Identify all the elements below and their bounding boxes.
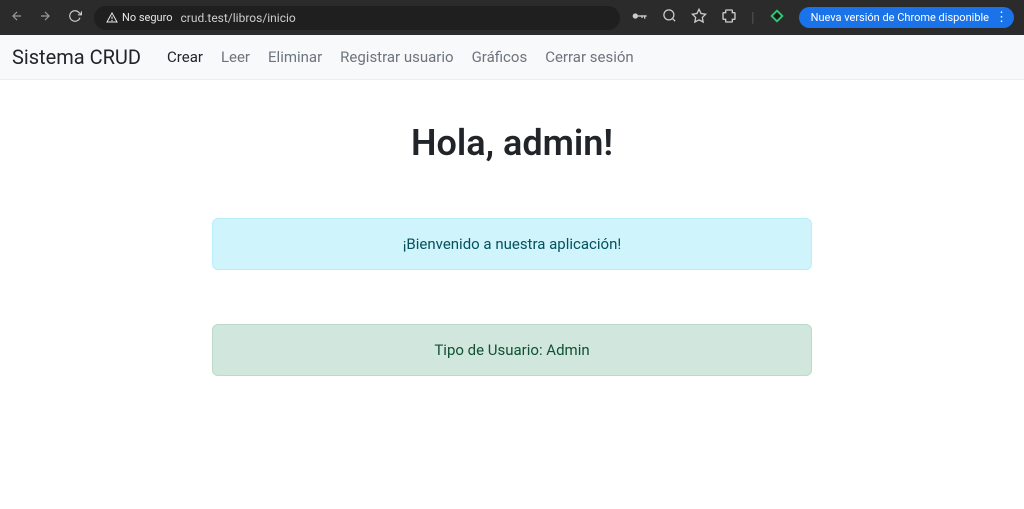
zoom-icon[interactable] [662,8,677,27]
divider: | [751,10,754,26]
browser-right-controls: | Nueva versión de Chrome disponible ⋮ [632,7,1014,28]
app-navbar: Sistema CRUD Crear Leer Eliminar Registr… [0,35,1024,80]
password-icon[interactable] [632,9,648,27]
chrome-update-button[interactable]: Nueva versión de Chrome disponible ⋮ [799,7,1014,28]
extension-diamond-icon[interactable] [769,8,785,28]
insecure-badge[interactable]: No seguro [106,11,173,24]
nav-link-eliminar[interactable]: Eliminar [268,48,322,66]
browser-chrome-bar: No seguro crud.test/libros/inicio | Nuev… [0,0,1024,35]
welcome-alert: ¡Bienvenido a nuestra aplicación! [212,218,812,270]
nav-links: Crear Leer Eliminar Registrar usuario Gr… [167,48,634,66]
nav-link-crear[interactable]: Crear [167,48,203,66]
nav-link-cerrar[interactable]: Cerrar sesión [545,48,633,66]
page-title: Hola, admin! [212,122,812,164]
back-icon[interactable] [10,9,24,27]
nav-arrows [10,9,82,27]
insecure-label: No seguro [122,11,173,24]
nav-link-registrar[interactable]: Registrar usuario [340,48,453,66]
nav-link-leer[interactable]: Leer [221,48,250,66]
url-bar[interactable]: No seguro crud.test/libros/inicio [94,6,620,30]
usertype-alert: Tipo de Usuario: Admin [212,324,812,376]
nav-link-graficos[interactable]: Gráficos [472,48,528,66]
navbar-brand[interactable]: Sistema CRUD [12,45,141,69]
main-container: Hola, admin! ¡Bienvenido a nuestra aplic… [192,122,832,376]
menu-dots-icon[interactable]: ⋮ [995,11,1008,24]
update-label: Nueva versión de Chrome disponible [811,11,989,24]
extensions-icon[interactable] [721,8,737,28]
url-text: crud.test/libros/inicio [181,11,296,25]
bookmark-star-icon[interactable] [691,8,707,28]
forward-icon[interactable] [38,9,52,27]
reload-icon[interactable] [68,9,82,27]
